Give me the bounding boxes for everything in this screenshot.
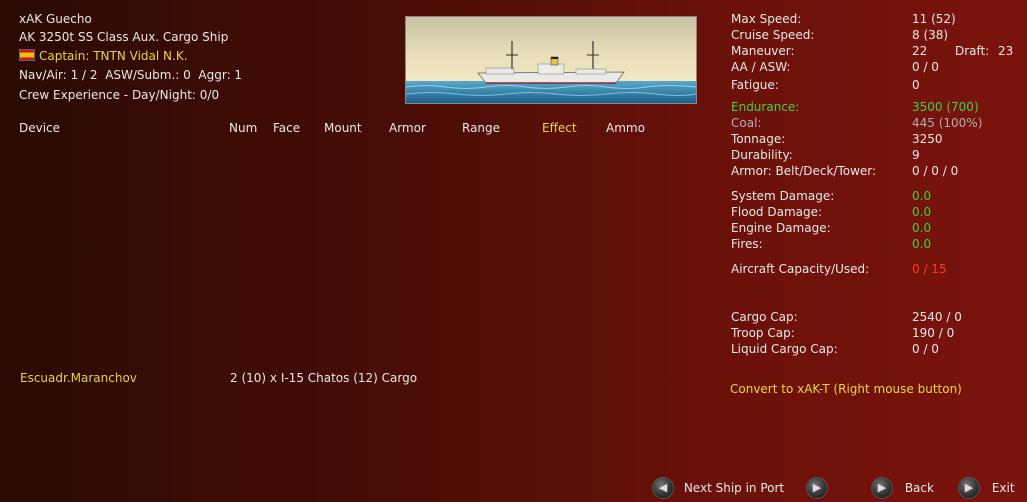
col-header-armor[interactable]: Armor [389,121,426,135]
exit-button[interactable]: ▶ Exit [958,477,1015,499]
ship-image [405,16,697,104]
draft-value: 23 [998,44,1014,58]
col-header-effect[interactable]: Effect [542,121,577,135]
cruise-speed-label: Cruise Speed: [731,28,815,42]
liquid-cargo-cap-value: 0 / 0 [912,342,939,356]
liquid-cargo-cap-label: Liquid Cargo Cap: [731,342,838,356]
coal-label: Coal: [731,116,762,130]
air-group-name[interactable]: Escuadr.Maranchov [20,371,137,385]
back-button[interactable]: ▶ Back [871,477,934,499]
ratings-row: Nav/Air: 1 / 2 ASW/Subm.: 0 Aggr: 1 [19,68,242,82]
engine-damage-value: 0.0 [912,221,932,235]
back-label[interactable]: Back [905,481,934,495]
col-header-range[interactable]: Range [462,121,500,135]
next-ship-control: ◀ Next Ship in Port ▶ [652,477,828,499]
system-damage-value: 0.0 [912,189,932,203]
exit-arrow-icon[interactable]: ▶ [958,477,980,499]
col-header-device[interactable]: Device [19,121,60,135]
coal-value: 445 (100%) [912,116,983,130]
exit-label[interactable]: Exit [992,481,1015,495]
captain-row[interactable]: Captain: TNTN Vidal N.K. [19,49,188,63]
captain-name: Captain: TNTN Vidal N.K. [39,49,188,63]
durability-label: Durability: [731,148,793,162]
convert-ship-link[interactable]: Convert to xAK-T (Right mouse button) [730,382,962,396]
aircraft-capacity-value: 0 / 15 [912,262,947,276]
air-group-detail: 2 (10) x I-15 Chatos (12) Cargo [230,371,418,385]
ship-class: AK 3250t SS Class Aux. Cargo Ship [19,30,229,44]
engine-damage-label: Engine Damage: [731,221,831,235]
asw-subm-rating: ASW/Subm.: 0 [105,68,191,82]
ship-name: xAK Guecho [19,12,92,26]
aa-asw-value: 0 / 0 [912,60,939,74]
max-speed-label: Max Speed: [731,12,802,26]
back-arrow-icon[interactable]: ▶ [871,477,893,499]
troop-cap-value: 190 / 0 [912,326,955,340]
next-ship-label[interactable]: Next Ship in Port [684,481,784,495]
fires-label: Fires: [731,237,763,251]
aa-asw-label: AA / ASW: [731,60,791,74]
tonnage-label: Tonnage: [731,132,786,146]
flood-damage-label: Flood Damage: [731,205,823,219]
col-header-ammo[interactable]: Ammo [606,121,645,135]
troop-cap-label: Troop Cap: [731,326,795,340]
tonnage-value: 3250 [912,132,943,146]
maneuver-value: 22 [912,44,928,58]
system-damage-label: System Damage: [731,189,835,203]
endurance-label: Endurance: [731,100,800,114]
next-ship-arrow-icon[interactable]: ▶ [805,477,828,499]
prev-ship-arrow-icon[interactable]: ◀ [652,477,674,499]
aggression-rating: Aggr: 1 [198,68,243,82]
col-header-face[interactable]: Face [273,121,300,135]
col-header-num[interactable]: Num [229,121,257,135]
fatigue-label: Fatigue: [731,78,779,92]
crew-experience: Crew Experience - Day/Night: 0/0 [19,88,220,102]
nav-air-rating: Nav/Air: 1 / 2 [19,68,98,82]
endurance-value: 3500 (700) [912,100,979,114]
cargo-cap-label: Cargo Cap: [731,310,798,324]
fires-value: 0.0 [912,237,932,251]
max-speed-value: 11 (52) [912,12,956,26]
maneuver-label: Maneuver: [731,44,795,58]
armor-value: 0 / 0 / 0 [912,164,959,178]
durability-value: 9 [912,148,920,162]
draft-label: Draft: [955,44,990,58]
cargo-cap-value: 2540 / 0 [912,310,962,324]
fatigue-value: 0 [912,78,920,92]
cruise-speed-value: 8 (38) [912,28,949,42]
col-header-mount[interactable]: Mount [324,121,362,135]
spain-flag-icon [19,49,35,61]
armor-label: Armor: Belt/Deck/Tower: [731,164,877,178]
flood-damage-value: 0.0 [912,205,932,219]
aircraft-capacity-label: Aircraft Capacity/Used: [731,262,870,276]
